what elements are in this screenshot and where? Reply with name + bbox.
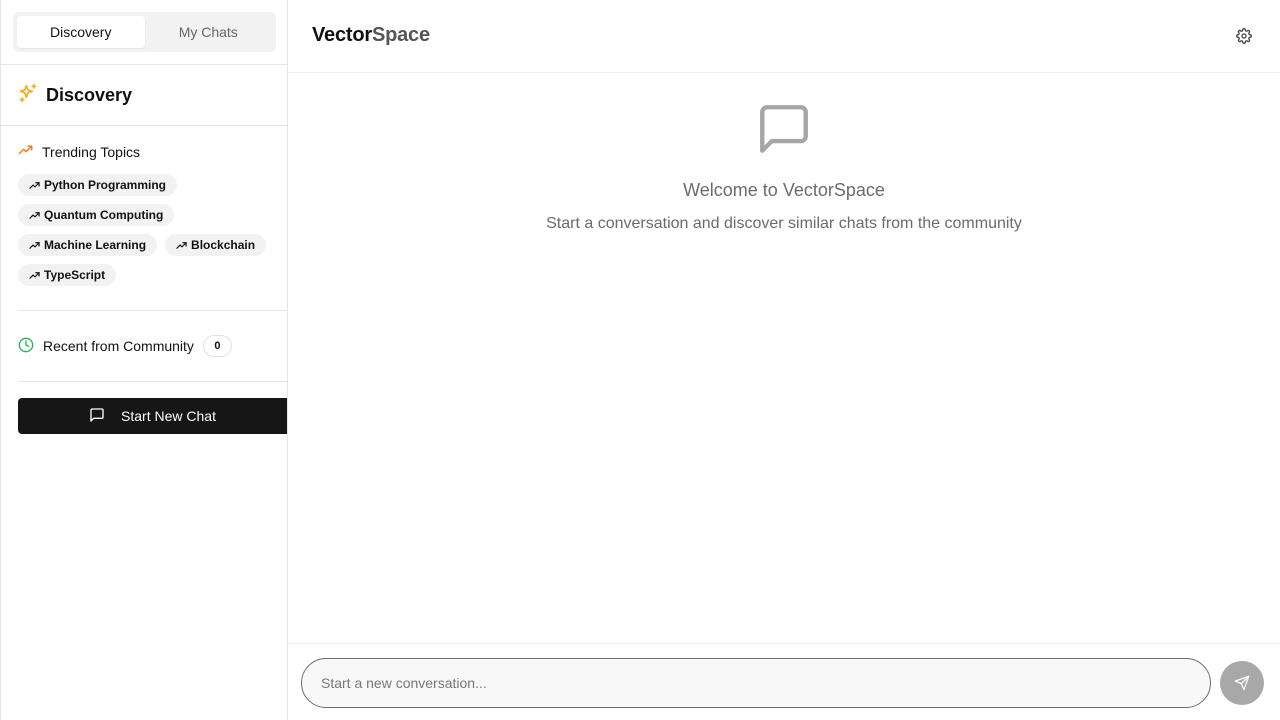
discovery-title: Discovery [46, 84, 133, 105]
topic-chip-label: Quantum Computing [44, 208, 164, 222]
topic-chip-quantum-computing[interactable]: Quantum Computing [18, 204, 175, 226]
sparkles-icon [18, 83, 38, 108]
topic-chip-python-programming[interactable]: Python Programming [18, 174, 178, 196]
trending-topics-list: Python Programming Quantum Computing Mac… [18, 174, 280, 286]
tab-discovery[interactable]: Discovery [17, 16, 145, 48]
tab-my-chats[interactable]: My Chats [145, 16, 273, 48]
divider [18, 310, 287, 311]
discovery-header: Discovery [18, 82, 132, 108]
app-title: VectorSpace [312, 24, 430, 47]
divider [18, 381, 287, 382]
trending-up-icon [176, 241, 187, 249]
topic-chip-label: TypeScript [44, 268, 106, 282]
welcome-subtitle: Start a conversation and discover simila… [546, 215, 1022, 232]
topic-chip-label: Python Programming [44, 178, 167, 192]
start-new-chat-label: Start New Chat [121, 408, 216, 424]
send-button[interactable] [1220, 661, 1264, 705]
sidebar: Discovery My Chats Discovery Trending To… [0, 0, 288, 720]
topic-chip-machine-learning[interactable]: Machine Learning [18, 234, 158, 256]
message-input[interactable] [301, 658, 1211, 708]
send-icon [1234, 675, 1250, 691]
trending-up-icon [29, 181, 40, 189]
trending-topics-title: Trending Topics [42, 144, 141, 160]
app-title-part2: Space [371, 24, 430, 46]
topic-chip-blockchain[interactable]: Blockchain [165, 234, 267, 256]
sidebar-tabs: Discovery My Chats [13, 12, 276, 52]
message-square-icon [89, 407, 105, 426]
app-title-part1: Vector [312, 24, 372, 46]
topic-chip-typescript[interactable]: TypeScript [18, 264, 117, 286]
clock-icon [18, 337, 34, 356]
trending-up-icon [29, 211, 40, 219]
start-new-chat-button[interactable]: Start New Chat [18, 398, 287, 434]
app-header: VectorSpace [288, 0, 1280, 73]
trending-up-icon [18, 143, 33, 161]
recent-community-header: Recent from Community 0 [18, 335, 232, 357]
divider [1, 64, 287, 65]
divider [1, 125, 287, 126]
trending-up-icon [29, 241, 40, 249]
trending-topics-header: Trending Topics [18, 142, 140, 162]
welcome-title: Welcome to VectorSpace [683, 180, 885, 200]
main-panel: VectorSpace Welcome to VectorSpace Start… [288, 0, 1280, 720]
composer-bar [288, 643, 1280, 720]
trending-up-icon [29, 271, 40, 279]
recent-count-badge: 0 [202, 335, 232, 357]
recent-community-title: Recent from Community [43, 338, 194, 354]
topic-chip-label: Blockchain [191, 238, 256, 252]
empty-state: Welcome to VectorSpace Start a conversat… [288, 100, 1280, 233]
message-square-icon [760, 105, 808, 153]
settings-icon[interactable] [1236, 28, 1252, 44]
topic-chip-label: Machine Learning [44, 238, 147, 252]
